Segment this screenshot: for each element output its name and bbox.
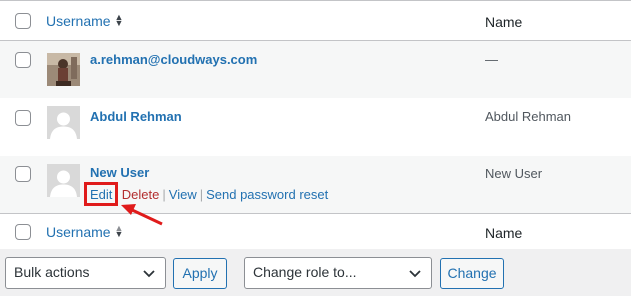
name-cell: —	[485, 52, 498, 67]
change-button[interactable]: Change	[440, 258, 504, 289]
change-role-value: Change role to...	[253, 264, 357, 280]
apply-button[interactable]: Apply	[173, 258, 227, 289]
row-checkbox[interactable]	[15, 52, 31, 68]
chevron-down-icon	[409, 270, 421, 278]
view-link[interactable]: View	[169, 187, 197, 202]
users-table: Username ▲ ▼ Name a.rehman@cloudways.com …	[0, 0, 631, 249]
name-cell: Abdul Rehman	[485, 109, 571, 124]
bulk-actions-value: Bulk actions	[14, 264, 90, 280]
pointer-arrow-icon	[121, 204, 163, 226]
avatar	[47, 106, 80, 139]
select-all-checkbox[interactable]	[15, 13, 31, 29]
name-cell: New User	[485, 166, 543, 181]
sort-icon[interactable]: ▲ ▼	[114, 13, 124, 28]
edit-highlight-box	[84, 182, 118, 206]
table-header: Username ▲ ▼ Name	[0, 1, 631, 41]
username-column-sort[interactable]: Username	[46, 13, 111, 29]
username-column-sort[interactable]: Username	[46, 224, 111, 240]
select-all-checkbox[interactable]	[15, 224, 31, 240]
name-column-header: Name	[485, 14, 523, 30]
bulk-actions-select[interactable]: Bulk actions	[5, 257, 166, 289]
table-row: a.rehman@cloudways.com —	[0, 41, 631, 98]
row-checkbox[interactable]	[15, 110, 31, 126]
username-link[interactable]: New User	[90, 165, 149, 180]
avatar	[47, 53, 80, 86]
change-role-select[interactable]: Change role to...	[244, 257, 432, 289]
username-link[interactable]: a.rehman@cloudways.com	[90, 52, 257, 67]
chevron-down-icon	[143, 270, 155, 278]
table-footer: Username ▲ ▼ Name	[0, 213, 631, 249]
separator: |	[199, 187, 204, 202]
username-link[interactable]: Abdul Rehman	[90, 109, 182, 124]
avatar	[47, 164, 80, 197]
send-password-reset-link[interactable]: Send password reset	[206, 187, 328, 202]
table-row: Abdul Rehman Abdul Rehman	[0, 98, 631, 156]
row-checkbox[interactable]	[15, 166, 31, 182]
name-column-header: Name	[485, 225, 523, 241]
